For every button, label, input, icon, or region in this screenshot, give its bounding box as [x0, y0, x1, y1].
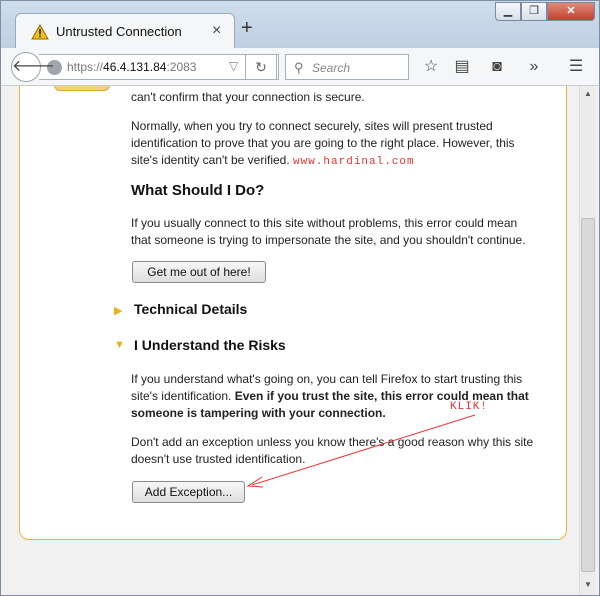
- url-text: https://46.4.131.84:2083: [67, 60, 196, 74]
- title-bar: Untrusted Connection × + ▁ ❐ ✕: [0, 0, 600, 49]
- search-placeholder: Search: [312, 61, 351, 75]
- annotation-arrow-icon: [246, 414, 476, 488]
- close-window-button[interactable]: ✕: [547, 2, 595, 21]
- bookmark-star-icon[interactable]: ☆: [421, 58, 441, 76]
- warning-icon: [31, 24, 49, 40]
- new-tab-button[interactable]: +: [241, 18, 253, 38]
- menu-icon[interactable]: ☰: [566, 58, 586, 76]
- url-bar[interactable]: https://46.4.131.84:2083 ▽: [39, 54, 279, 80]
- reading-list-icon[interactable]: ▤: [452, 58, 472, 76]
- url-port: :2083: [166, 60, 197, 74]
- page-content: can't confirm that your connection is se…: [0, 86, 600, 596]
- tab-untrusted-connection[interactable]: Untrusted Connection ×: [15, 13, 235, 49]
- scroll-down-icon[interactable]: ▼: [580, 577, 596, 593]
- pocket-icon[interactable]: ◙: [487, 58, 507, 76]
- overflow-chevron-icon[interactable]: »: [524, 58, 544, 76]
- search-input[interactable]: ⚲ Search: [285, 54, 409, 80]
- window-controls: ▁ ❐ ✕: [495, 2, 597, 22]
- minimize-button[interactable]: ▁: [495, 2, 521, 21]
- vertical-scrollbar[interactable]: ▲ ▼: [579, 86, 596, 595]
- error-panel: can't confirm that your connection is se…: [19, 86, 567, 540]
- maximize-button[interactable]: ❐: [521, 2, 547, 21]
- url-scheme: https://: [67, 60, 104, 74]
- tab-title: Untrusted Connection: [56, 24, 182, 39]
- url-host: 46.4.131.84: [103, 60, 167, 74]
- search-icon: ⚲: [294, 60, 304, 75]
- back-arrow-icon[interactable]: 🡐: [11, 52, 55, 82]
- navigation-bar: https://46.4.131.84:2083 ▽ 🡐 ↻ ⚲ Search …: [0, 48, 600, 86]
- tab-close-icon[interactable]: ×: [212, 23, 221, 39]
- scroll-thumb[interactable]: [581, 218, 595, 572]
- reload-icon[interactable]: ↻: [245, 54, 277, 80]
- url-dropdown-icon[interactable]: ▽: [229, 59, 238, 73]
- scroll-up-icon[interactable]: ▲: [580, 86, 596, 102]
